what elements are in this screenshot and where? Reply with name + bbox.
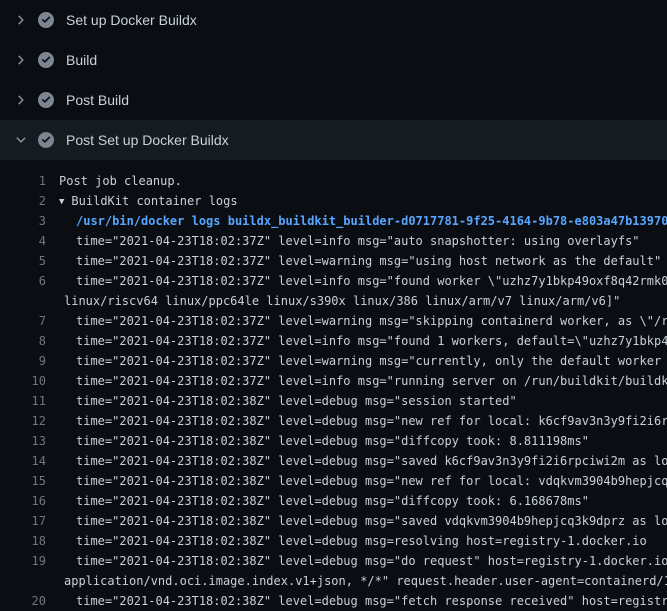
log-line-text: time="2021-04-23T18:02:38Z" level=debug … [46, 391, 517, 411]
log-line-number[interactable]: 8 [0, 331, 46, 351]
step-header-post-set-up-docker-buildx[interactable]: Post Set up Docker Buildx [0, 120, 667, 160]
log-line: 10 time="2021-04-23T18:02:37Z" level=inf… [0, 371, 667, 391]
log-line-text: time="2021-04-23T18:02:38Z" level=debug … [46, 491, 589, 511]
log-line-text: time="2021-04-23T18:02:37Z" level=info m… [46, 231, 640, 251]
check-circle-icon [38, 12, 54, 28]
log-line-number[interactable]: 16 [0, 491, 46, 511]
log-line: 11 time="2021-04-23T18:02:38Z" level=deb… [0, 391, 667, 411]
log-line-number[interactable]: 4 [0, 231, 46, 251]
log-group-title: BuildKit container logs [71, 194, 237, 208]
log-line-number[interactable]: 15 [0, 471, 46, 491]
log-group-header[interactable]: 2 ▼ BuildKit container logs [0, 191, 667, 211]
log-group-toggle-icon[interactable]: ▼ [59, 192, 64, 211]
log-line-number[interactable]: 18 [0, 531, 46, 551]
log-line-text: time="2021-04-23T18:02:37Z" level=warnin… [46, 351, 667, 371]
log-line-number[interactable]: 17 [0, 511, 46, 531]
step-header-set-up-docker-buildx[interactable]: Set up Docker Buildx [0, 0, 667, 40]
log-line-text: time="2021-04-23T18:02:38Z" level=debug … [46, 431, 589, 451]
log-line-text: time="2021-04-23T18:02:37Z" level=info m… [46, 371, 667, 391]
log-line: 4 time="2021-04-23T18:02:37Z" level=info… [0, 231, 667, 251]
log-line-text: Post job cleanup. [46, 171, 182, 191]
log-line: 12 time="2021-04-23T18:02:38Z" level=deb… [0, 411, 667, 431]
log-line-number[interactable]: 3 [0, 211, 46, 231]
log-line: 16 time="2021-04-23T18:02:38Z" level=deb… [0, 491, 667, 511]
log-line-text: time="2021-04-23T18:02:37Z" level=warnin… [46, 311, 667, 331]
log-line-number[interactable]: 6 [0, 271, 46, 291]
log-line: 14 time="2021-04-23T18:02:38Z" level=deb… [0, 451, 667, 471]
log-line-text: application/vnd.oci.image.index.v1+json,… [46, 571, 667, 591]
chevron-right-icon [13, 52, 29, 68]
log-line-number[interactable]: 1 [0, 171, 46, 191]
log-line-text: time="2021-04-23T18:02:38Z" level=debug … [46, 451, 667, 471]
log-line-text: time="2021-04-23T18:02:38Z" level=debug … [46, 411, 667, 431]
log-line-text: time="2021-04-23T18:02:37Z" level=warnin… [46, 251, 661, 271]
log-line-number[interactable]: 9 [0, 351, 46, 371]
chevron-right-icon [13, 92, 29, 108]
step-label: Post Set up Docker Buildx [66, 130, 229, 150]
log-line-number[interactable]: 19 [0, 551, 46, 571]
log-line: 15 time="2021-04-23T18:02:38Z" level=deb… [0, 471, 667, 491]
log-line: 19 time="2021-04-23T18:02:38Z" level=deb… [0, 551, 667, 571]
log-line-text: time="2021-04-23T18:02:38Z" level=debug … [46, 531, 647, 551]
log-line-text: linux/riscv64 linux/ppc64le linux/s390x … [46, 291, 620, 311]
log-line: 8 time="2021-04-23T18:02:37Z" level=info… [0, 331, 667, 351]
log-line-number[interactable]: 2 [0, 191, 46, 211]
log-line-text: time="2021-04-23T18:02:38Z" level=debug … [46, 551, 667, 571]
log-line-text: time="2021-04-23T18:02:37Z" level=info m… [46, 271, 667, 291]
log-line: 9 time="2021-04-23T18:02:37Z" level=warn… [0, 351, 667, 371]
step-header-post-build[interactable]: Post Build [0, 80, 667, 120]
log-line: 17 time="2021-04-23T18:02:38Z" level=deb… [0, 511, 667, 531]
step-label: Set up Docker Buildx [66, 10, 197, 30]
log-command-text: /usr/bin/docker logs buildx_buildkit_bui… [46, 211, 667, 231]
log-line-number[interactable]: 13 [0, 431, 46, 451]
log-viewer: 1 Post job cleanup. 2 ▼ BuildKit containe… [0, 160, 667, 611]
log-command-line: 3 /usr/bin/docker logs buildx_buildkit_b… [0, 211, 667, 231]
step-label: Post Build [66, 90, 129, 110]
log-line: 6 time="2021-04-23T18:02:37Z" level=info… [0, 271, 667, 291]
check-circle-icon [38, 52, 54, 68]
log-group-text: ▼ BuildKit container logs [46, 191, 238, 211]
chevron-down-icon [13, 132, 29, 148]
log-line: 7 time="2021-04-23T18:02:37Z" level=warn… [0, 311, 667, 331]
chevron-right-icon [13, 12, 29, 28]
log-line-text: time="2021-04-23T18:02:37Z" level=info m… [46, 331, 667, 351]
log-line-text: time="2021-04-23T18:02:38Z" level=debug … [46, 471, 667, 491]
log-line: 20 time="2021-04-23T18:02:38Z" level=deb… [0, 591, 667, 611]
log-line-number [0, 291, 46, 311]
log-line-number[interactable]: 12 [0, 411, 46, 431]
check-circle-icon [38, 132, 54, 148]
log-line: 18 time="2021-04-23T18:02:38Z" level=deb… [0, 531, 667, 551]
log-line-wrap: application/vnd.oci.image.index.v1+json,… [0, 571, 667, 591]
step-header-build[interactable]: Build [0, 40, 667, 80]
log-line-number[interactable]: 14 [0, 451, 46, 471]
check-circle-icon [38, 92, 54, 108]
log-line: 13 time="2021-04-23T18:02:38Z" level=deb… [0, 431, 667, 451]
log-line-wrap: linux/riscv64 linux/ppc64le linux/s390x … [0, 291, 667, 311]
log-line-number [0, 571, 46, 591]
log-line-text: time="2021-04-23T18:02:38Z" level=debug … [46, 591, 667, 611]
log-line: 5 time="2021-04-23T18:02:37Z" level=warn… [0, 251, 667, 271]
log-line-number[interactable]: 7 [0, 311, 46, 331]
log-line-number[interactable]: 11 [0, 391, 46, 411]
log-line-number[interactable]: 5 [0, 251, 46, 271]
log-line-number[interactable]: 10 [0, 371, 46, 391]
step-list: Set up Docker Buildx Build Post Build Po… [0, 0, 667, 160]
log-line: 1 Post job cleanup. [0, 171, 667, 191]
step-label: Build [66, 50, 97, 70]
log-line-number[interactable]: 20 [0, 591, 46, 611]
log-line-text: time="2021-04-23T18:02:38Z" level=debug … [46, 511, 667, 531]
